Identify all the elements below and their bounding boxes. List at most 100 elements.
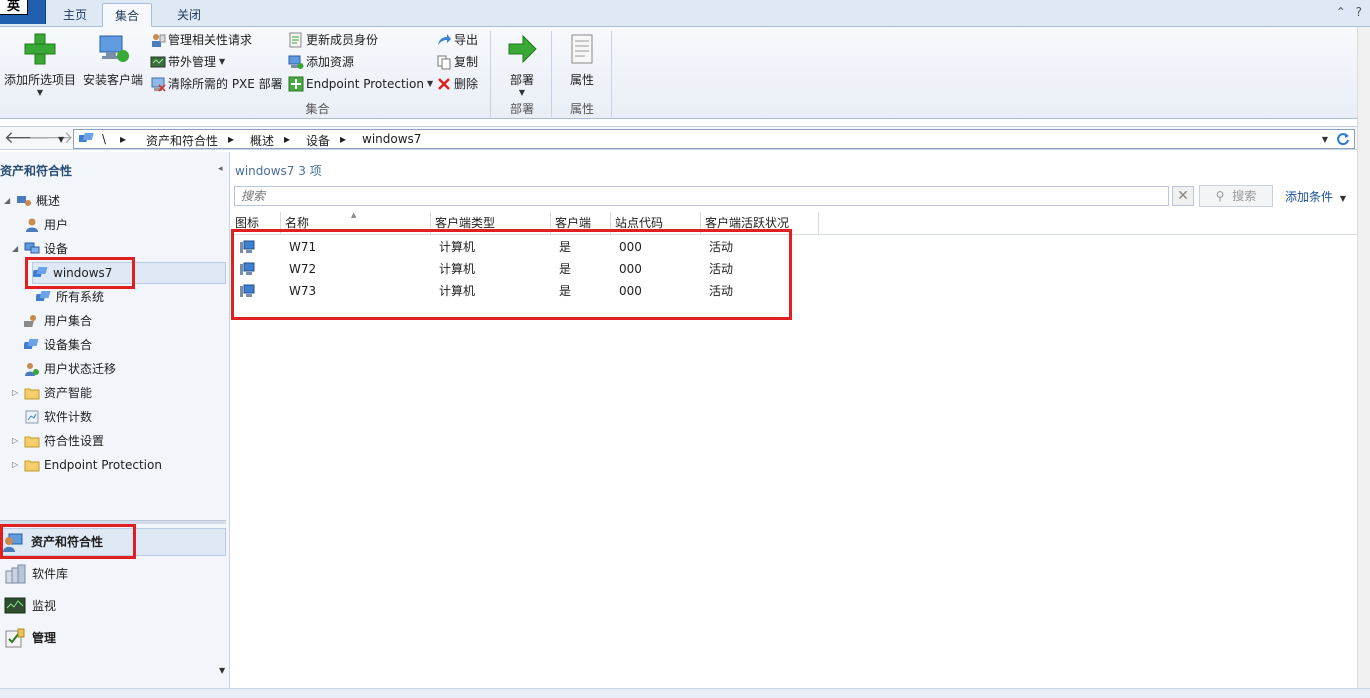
breadcrumb: \ ▸ 资产和符合性 ▸ 概述 ▸ 设备 ▸ windows7 ▼ xyxy=(73,129,1355,149)
breadcrumb-item-assets[interactable]: 资产和符合性 xyxy=(146,132,218,149)
workspace-administration[interactable]: 管理 xyxy=(4,624,56,652)
collapse-ribbon-icon[interactable]: ⌃ xyxy=(1336,5,1346,19)
tree-item-overview[interactable]: 概述 xyxy=(16,191,60,211)
out-of-band-management-button[interactable]: 带外管理 ▼ xyxy=(150,52,225,72)
chevron-down-icon: ▼ xyxy=(426,79,434,88)
workspace-label: 软件库 xyxy=(32,567,69,581)
deploy-label: 部署 xyxy=(509,73,534,87)
tree-collapsed-icon[interactable]: ▷ xyxy=(12,436,18,445)
search-button-label: 搜索 xyxy=(1232,189,1257,203)
clear-pxe-icon xyxy=(151,77,166,92)
highlight-box xyxy=(25,257,135,289)
breadcrumb-item-windows7[interactable]: windows7 xyxy=(362,132,421,146)
tree-label: 软件计数 xyxy=(44,410,93,424)
history-dropdown-icon[interactable]: ▼ xyxy=(58,135,64,144)
tree-collapsed-icon[interactable]: ▷ xyxy=(12,388,18,397)
export-label: 导出 xyxy=(454,33,479,47)
properties-label: 属性 xyxy=(569,73,594,87)
chevron-down-icon: ▼ xyxy=(518,88,526,97)
copy-icon xyxy=(437,55,451,70)
tree-collapsed-icon[interactable]: ▷ xyxy=(12,460,18,469)
install-client-label: 安装客户端 xyxy=(82,73,143,87)
tree-label: 符合性设置 xyxy=(44,434,105,448)
endpoint-protection-button[interactable]: Endpoint Protection ▼ xyxy=(288,74,433,94)
software-library-icon xyxy=(5,564,26,584)
breadcrumb-root[interactable]: \ xyxy=(102,132,106,146)
tree-item-user-collections[interactable]: 用户集合 xyxy=(24,311,92,331)
help-icon[interactable]: ? xyxy=(1356,5,1362,19)
add-selected-label: 添加所选项目 xyxy=(4,73,77,87)
copy-button[interactable]: 复制 xyxy=(436,52,478,72)
delete-label: 删除 xyxy=(454,77,479,91)
search-button[interactable]: ⚲ 搜索 xyxy=(1199,185,1273,207)
ribbon-controls: ⌃ ? xyxy=(1336,5,1362,19)
chevron-down-icon: ▼ xyxy=(1339,194,1346,203)
workspace-overflow-icon[interactable]: ▼ xyxy=(219,666,225,675)
green-plus-icon xyxy=(24,33,56,65)
add-criteria-button[interactable]: 添加条件 ▼ xyxy=(1285,188,1346,205)
workspace-software-library[interactable]: 软件库 xyxy=(4,560,68,588)
highlight-box xyxy=(0,524,136,559)
address-dropdown-icon[interactable]: ▼ xyxy=(1322,135,1328,144)
clear-search-icon[interactable]: ✕ xyxy=(1172,186,1194,206)
application-menu-button[interactable]: 英 xyxy=(0,0,46,24)
tree-item-compliance-settings[interactable]: 符合性设置 xyxy=(24,431,104,451)
update-membership-label: 更新成员身份 xyxy=(306,33,379,47)
refresh-icon[interactable] xyxy=(1336,132,1350,146)
tree-label: 概述 xyxy=(36,194,61,208)
workspace-label: 管理 xyxy=(32,631,57,645)
sort-ascending-icon: ▲ xyxy=(351,211,357,219)
deploy-button[interactable]: 部署 ▼ xyxy=(498,32,546,97)
workspace-label: 监视 xyxy=(32,599,57,613)
tree-label: Endpoint Protection xyxy=(44,458,162,472)
breadcrumb-separator: ▸ xyxy=(120,132,127,146)
add-selected-button[interactable]: 添加所选项目 ▼ xyxy=(4,32,76,97)
delete-x-icon xyxy=(438,78,450,90)
vertical-scrollbar[interactable] xyxy=(1357,27,1370,688)
forward-arrow-icon[interactable]: 🡒 xyxy=(28,129,74,147)
clear-pxe-deployments-button[interactable]: 清除所需的 PXE 部署 xyxy=(150,74,283,94)
out-of-band-label: 带外管理 xyxy=(168,55,217,69)
results-pane: windows7 3 项 搜索 ✕ ⚲ 搜索 添加条件 ▼ 图标 名称 ▲ 客户… xyxy=(231,152,1357,688)
update-membership-button[interactable]: 更新成员身份 xyxy=(288,30,378,50)
status-bar xyxy=(0,688,1370,698)
workspace-monitoring[interactable]: 监视 xyxy=(4,592,56,620)
manage-relationship-requests-button[interactable]: 管理相关性请求 xyxy=(150,30,252,50)
tree-label: 设备集合 xyxy=(44,338,93,352)
export-button[interactable]: 导出 xyxy=(436,30,478,50)
tree-item-endpoint-protection[interactable]: Endpoint Protection xyxy=(24,455,162,475)
tree-expand-icon[interactable]: ◢ xyxy=(4,196,10,205)
user-icon xyxy=(26,218,38,232)
delete-button[interactable]: 删除 xyxy=(436,74,478,94)
tab-collection[interactable]: 集合 xyxy=(102,3,152,27)
tree-item-user-state-migration[interactable]: 用户状态迁移 xyxy=(24,359,116,379)
highlight-box xyxy=(231,229,792,320)
tree-item-users[interactable]: 用户 xyxy=(24,215,68,235)
breadcrumb-item-overview[interactable]: 概述 xyxy=(250,132,274,149)
add-resources-button[interactable]: 添加资源 xyxy=(288,52,354,72)
endpoint-protection-label: Endpoint Protection xyxy=(306,77,424,91)
tree-item-devices[interactable]: 设备 xyxy=(24,239,68,259)
search-icon: ⚲ xyxy=(1215,189,1225,203)
tree-label: 用户 xyxy=(44,218,69,232)
collection-icon xyxy=(36,291,51,301)
collapse-pane-icon[interactable]: ◂ xyxy=(218,164,223,174)
tree-item-all-systems[interactable]: 所有系统 xyxy=(36,287,104,307)
install-client-button[interactable]: 安装客户端 xyxy=(82,32,144,88)
tree-label: 用户集合 xyxy=(44,314,93,328)
green-arrow-icon xyxy=(508,34,537,64)
tab-home[interactable]: 主页 xyxy=(52,3,98,27)
add-resources-icon xyxy=(288,55,304,69)
tab-close[interactable]: 关闭 xyxy=(162,3,216,27)
group-label-deploy: 部署 xyxy=(509,102,534,116)
install-client-icon xyxy=(99,35,129,62)
properties-button[interactable]: 属性 xyxy=(558,32,606,88)
tree-item-asset-intelligence[interactable]: 资产智能 xyxy=(24,383,92,403)
tree-item-device-collections[interactable]: 设备集合 xyxy=(24,335,92,355)
search-input[interactable]: 搜索 xyxy=(234,186,1169,206)
breadcrumb-item-devices[interactable]: 设备 xyxy=(306,132,330,149)
group-separator xyxy=(551,31,552,117)
tree-item-software-metering[interactable]: 软件计数 xyxy=(24,407,92,427)
tree-expand-icon[interactable]: ◢ xyxy=(12,244,18,253)
update-membership-icon xyxy=(289,32,302,48)
